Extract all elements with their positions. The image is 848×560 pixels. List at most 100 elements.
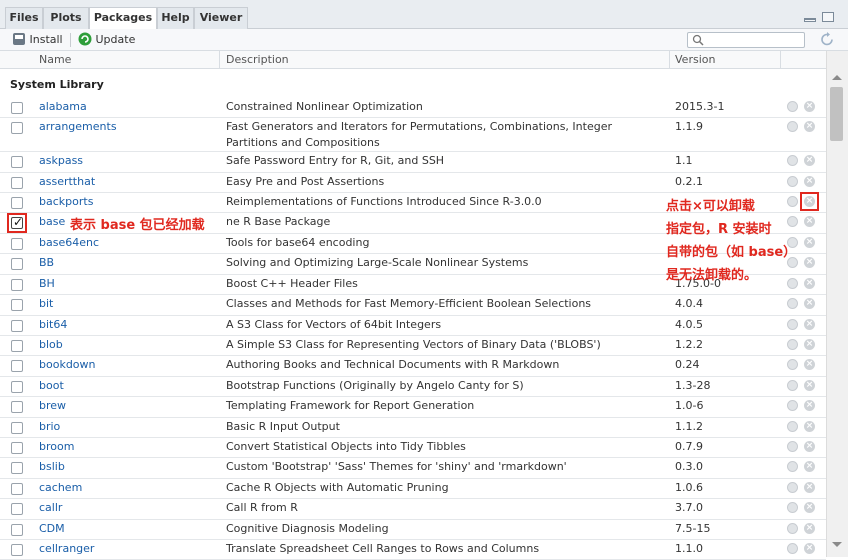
remove-icon[interactable]: × [804, 461, 815, 472]
install-label: Install [29, 33, 63, 46]
package-name-link[interactable]: boot [39, 379, 64, 392]
package-name-link[interactable]: bslib [39, 460, 65, 473]
package-name-link[interactable]: backports [39, 195, 93, 208]
package-name-link[interactable]: BH [39, 277, 55, 290]
globe-icon[interactable] [787, 101, 798, 112]
scroll-down-icon[interactable] [832, 542, 842, 547]
tab-files[interactable]: Files [5, 7, 43, 29]
col-version-header[interactable]: Version [675, 53, 715, 66]
globe-icon[interactable] [787, 482, 798, 493]
package-name-link[interactable]: base64enc [39, 236, 99, 249]
globe-icon[interactable] [787, 523, 798, 534]
package-load-checkbox[interactable] [11, 442, 23, 454]
package-load-checkbox[interactable] [11, 238, 23, 250]
remove-icon[interactable]: × [804, 359, 815, 370]
package-name-link[interactable]: blob [39, 338, 63, 351]
package-name-link[interactable]: callr [39, 501, 62, 514]
update-button[interactable]: Update [78, 32, 135, 48]
package-name-link[interactable]: base [39, 215, 65, 228]
globe-icon[interactable] [787, 441, 798, 452]
globe-icon[interactable] [787, 380, 798, 391]
col-description-header[interactable]: Description [226, 53, 289, 66]
package-load-checkbox[interactable] [11, 102, 23, 114]
package-name-link[interactable]: alabama [39, 100, 87, 113]
package-name-link[interactable]: cellranger [39, 542, 94, 555]
tab-viewer[interactable]: Viewer [194, 7, 248, 29]
globe-icon[interactable] [787, 359, 798, 370]
remove-icon[interactable]: × [804, 482, 815, 493]
remove-icon[interactable]: × [804, 523, 815, 534]
package-name-link[interactable]: bit [39, 297, 53, 310]
remove-icon[interactable]: × [804, 176, 815, 187]
package-name-link[interactable]: broom [39, 440, 74, 453]
package-load-checkbox[interactable] [11, 197, 23, 209]
package-load-checkbox[interactable] [11, 279, 23, 291]
package-load-checkbox[interactable] [11, 122, 23, 134]
remove-icon[interactable]: × [804, 421, 815, 432]
scroll-thumb[interactable] [830, 87, 843, 141]
globe-icon[interactable] [787, 121, 798, 132]
package-name-link[interactable]: bit64 [39, 318, 67, 331]
package-name-link[interactable]: bookdown [39, 358, 96, 371]
package-name-link[interactable]: CDM [39, 522, 65, 535]
package-load-checkbox[interactable] [11, 340, 23, 352]
package-name-link[interactable]: cachem [39, 481, 82, 494]
remove-icon[interactable]: × [804, 298, 815, 309]
globe-icon[interactable] [787, 155, 798, 166]
remove-icon[interactable]: × [804, 543, 815, 554]
package-load-checkbox[interactable] [11, 156, 23, 168]
globe-icon[interactable] [787, 176, 798, 187]
remove-icon[interactable]: × [804, 441, 815, 452]
remove-icon[interactable]: × [804, 237, 815, 248]
package-load-checkbox[interactable] [11, 299, 23, 311]
remove-icon[interactable]: × [804, 339, 815, 350]
package-load-checkbox[interactable] [11, 524, 23, 536]
remove-icon[interactable]: × [804, 380, 815, 391]
globe-icon[interactable] [787, 319, 798, 330]
remove-icon[interactable]: × [804, 319, 815, 330]
globe-icon[interactable] [787, 298, 798, 309]
scroll-up-icon[interactable] [832, 75, 842, 80]
remove-icon[interactable]: × [804, 155, 815, 166]
package-load-checkbox[interactable] [11, 483, 23, 495]
remove-icon[interactable]: × [804, 121, 815, 132]
minimize-icon[interactable] [803, 18, 816, 22]
package-name-link[interactable]: brio [39, 420, 60, 433]
tab-packages[interactable]: Packages [89, 7, 157, 30]
package-load-checkbox[interactable] [11, 177, 23, 189]
install-button[interactable]: Install [12, 32, 63, 48]
refresh-icon[interactable] [820, 32, 835, 47]
package-name-link[interactable]: assertthat [39, 175, 95, 188]
package-load-checkbox[interactable] [11, 258, 23, 270]
package-name-link[interactable]: BB [39, 256, 54, 269]
globe-icon[interactable] [787, 502, 798, 513]
package-name-link[interactable]: brew [39, 399, 66, 412]
tab-plots[interactable]: Plots [43, 7, 89, 29]
remove-icon[interactable]: × [804, 502, 815, 513]
remove-icon[interactable]: × [804, 257, 815, 268]
package-load-checkbox[interactable] [11, 462, 23, 474]
col-name-header[interactable]: Name [39, 53, 71, 66]
package-load-checkbox[interactable] [11, 544, 23, 556]
remove-icon[interactable]: × [804, 278, 815, 289]
remove-icon[interactable]: × [804, 400, 815, 411]
package-load-checkbox[interactable] [11, 401, 23, 413]
maximize-icon[interactable] [822, 12, 834, 22]
package-load-checkbox[interactable] [11, 320, 23, 332]
package-load-checkbox[interactable] [11, 503, 23, 515]
package-load-checkbox[interactable] [11, 381, 23, 393]
tab-help[interactable]: Help [157, 7, 194, 29]
package-name-link[interactable]: arrangements [39, 120, 117, 133]
globe-icon[interactable] [787, 400, 798, 411]
globe-icon[interactable] [787, 339, 798, 350]
package-load-checkbox[interactable] [11, 422, 23, 434]
search-input[interactable] [687, 32, 805, 48]
globe-icon[interactable] [787, 543, 798, 554]
globe-icon[interactable] [787, 421, 798, 432]
globe-icon[interactable] [787, 461, 798, 472]
package-load-checkbox[interactable] [11, 360, 23, 372]
package-name-link[interactable]: askpass [39, 154, 83, 167]
vertical-scrollbar[interactable] [826, 51, 848, 557]
remove-icon[interactable]: × [804, 216, 815, 227]
remove-icon[interactable]: × [804, 101, 815, 112]
